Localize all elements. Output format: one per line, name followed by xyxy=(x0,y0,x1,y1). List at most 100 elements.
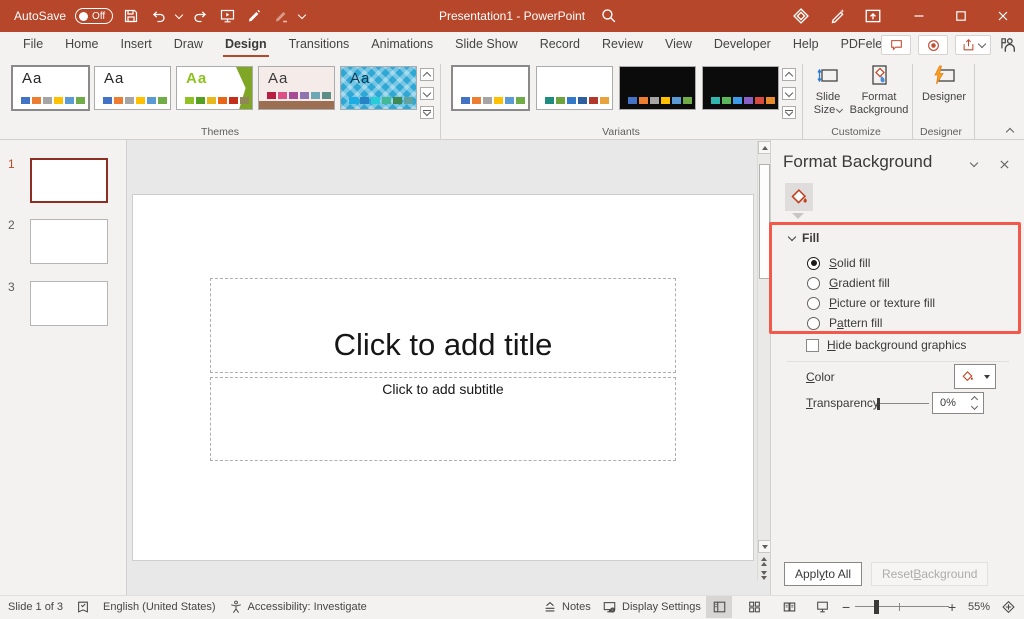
hide-background-graphics-checkbox[interactable] xyxy=(806,339,819,352)
zoom-slider-thumb[interactable] xyxy=(874,600,879,614)
slide-canvas[interactable]: Click to add title Click to add subtitle xyxy=(133,195,753,560)
solid-fill-radio[interactable] xyxy=(807,257,820,270)
fit-slide-to-window-button[interactable] xyxy=(995,596,1021,618)
variant-thumbnail-1[interactable] xyxy=(452,66,529,110)
tab-review[interactable]: Review xyxy=(591,32,654,58)
collapse-ribbon-icon[interactable] xyxy=(1002,124,1018,136)
solid-fill-option[interactable]: Solid fill xyxy=(807,255,870,271)
theme-thumbnail-integral[interactable]: Aa xyxy=(340,66,417,110)
close-button[interactable] xyxy=(982,0,1024,32)
transparency-value-input[interactable]: 0% xyxy=(932,392,984,414)
pattern-fill-option[interactable]: Pattern fill xyxy=(807,315,882,331)
qat-customize-icon[interactable] xyxy=(298,10,306,18)
hide-background-graphics-option[interactable]: Hide background graphics xyxy=(806,338,966,352)
zoom-level[interactable]: 55% xyxy=(968,596,990,618)
save-icon[interactable] xyxy=(122,7,140,25)
tab-transitions[interactable]: Transitions xyxy=(278,32,361,58)
display-settings-button[interactable]: Display Settings xyxy=(602,596,701,618)
subtitle-placeholder[interactable]: Click to add subtitle xyxy=(210,377,676,461)
designer-button[interactable]: Designer xyxy=(916,62,972,122)
tab-insert[interactable]: Insert xyxy=(110,32,163,58)
redo-icon[interactable] xyxy=(191,7,209,25)
apply-to-all-button[interactable]: Apply to All xyxy=(784,562,862,586)
tab-record[interactable]: Record xyxy=(529,32,591,58)
color-dropdown-button[interactable] xyxy=(954,364,996,389)
slide-thumbnail-image[interactable] xyxy=(30,219,108,264)
themes-more-icon[interactable] xyxy=(420,106,434,119)
tab-animations[interactable]: Animations xyxy=(360,32,444,58)
tab-view[interactable]: View xyxy=(654,32,703,58)
ribbon-display-options-icon[interactable] xyxy=(862,5,884,27)
zoom-slider-track[interactable] xyxy=(855,606,949,607)
language-indicator[interactable]: English (United States) xyxy=(103,601,216,613)
variant-thumbnail-4[interactable] xyxy=(702,66,779,110)
transparency-slider[interactable] xyxy=(877,398,929,410)
highlighter-icon[interactable] xyxy=(245,7,263,25)
editor-pen-icon[interactable] xyxy=(826,5,848,27)
theme-thumbnail-gallery[interactable]: Aa xyxy=(258,66,335,110)
variant-thumbnail-3[interactable] xyxy=(619,66,696,110)
zoom-out-button[interactable]: − xyxy=(842,596,850,618)
share-button[interactable] xyxy=(955,35,991,55)
transparency-slider-handle[interactable] xyxy=(877,398,880,410)
proofing-book-icon[interactable] xyxy=(76,600,90,614)
format-background-button[interactable]: Format Background xyxy=(848,62,910,122)
theme-thumbnail-facet[interactable]: Aa xyxy=(176,66,253,110)
reading-view-button[interactable] xyxy=(776,596,802,618)
gradient-fill-radio[interactable] xyxy=(807,277,820,290)
theme-thumbnail-office-2[interactable]: Aa xyxy=(94,66,171,110)
panel-close-icon[interactable] xyxy=(997,157,1011,171)
pattern-fill-radio[interactable] xyxy=(807,317,820,330)
slide-thumbnail-image[interactable] xyxy=(30,281,108,326)
theme-thumbnail-office[interactable]: Aa xyxy=(12,66,89,110)
tab-slide-show[interactable]: Slide Show xyxy=(444,32,529,58)
normal-view-button[interactable] xyxy=(706,596,732,618)
panel-collapse-icon[interactable] xyxy=(967,157,981,171)
fill-tab-icon[interactable] xyxy=(785,183,813,211)
scrollbar-thumb[interactable] xyxy=(759,164,770,279)
tab-help[interactable]: Help xyxy=(782,32,830,58)
themes-scroll-down-icon[interactable] xyxy=(420,87,434,100)
variants-scroll-down-icon[interactable] xyxy=(782,87,796,100)
gradient-fill-option[interactable]: Gradient fill xyxy=(807,275,890,291)
transparency-spinner[interactable] xyxy=(968,394,980,412)
accessibility-status[interactable]: Accessibility: Investigate xyxy=(229,600,367,614)
picture-fill-option[interactable]: Picture or texture fill xyxy=(807,295,935,311)
variants-scroll-up-icon[interactable] xyxy=(782,68,796,81)
tab-developer[interactable]: Developer xyxy=(703,32,782,58)
zoom-in-button[interactable]: + xyxy=(948,596,956,618)
title-placeholder[interactable]: Click to add title xyxy=(210,278,676,373)
variants-more-icon[interactable] xyxy=(782,106,796,119)
notes-button[interactable]: Notes xyxy=(543,596,591,618)
maximize-button[interactable] xyxy=(940,0,982,32)
start-slideshow-icon[interactable] xyxy=(218,7,236,25)
fill-section-header[interactable]: Fill xyxy=(789,231,819,245)
slide-counter[interactable]: Slide 1 of 3 xyxy=(8,601,63,613)
tab-home[interactable]: Home xyxy=(54,32,109,58)
tab-draw[interactable]: Draw xyxy=(163,32,214,58)
themes-scroll-up-icon[interactable] xyxy=(420,68,434,81)
slide-size-button[interactable]: Slide Size xyxy=(806,62,850,122)
vertical-scrollbar[interactable] xyxy=(757,141,770,581)
undo-icon[interactable] xyxy=(149,7,167,25)
autosave-toggle[interactable]: Off xyxy=(75,8,113,24)
comments-button[interactable] xyxy=(881,35,911,55)
tab-file[interactable]: File xyxy=(12,32,54,58)
search-icon[interactable] xyxy=(600,7,617,24)
spin-down-icon[interactable] xyxy=(970,403,977,410)
undo-dropdown-icon[interactable] xyxy=(175,10,183,18)
slideshow-view-button[interactable] xyxy=(809,596,835,618)
tab-design[interactable]: Design xyxy=(214,32,278,58)
picture-fill-radio[interactable] xyxy=(807,297,820,310)
premium-diamond-icon[interactable] xyxy=(790,5,812,27)
record-button[interactable] xyxy=(918,35,948,55)
slide-sorter-view-button[interactable] xyxy=(741,596,767,618)
previous-slide-icon[interactable] xyxy=(757,555,770,567)
present-in-teams-icon[interactable] xyxy=(998,36,1016,54)
inking-pen-icon[interactable] xyxy=(272,7,290,25)
variant-thumbnail-2[interactable] xyxy=(536,66,613,110)
slide-thumbnail-image[interactable] xyxy=(30,158,108,203)
transparency-slider-track[interactable] xyxy=(877,403,929,404)
minimize-button[interactable] xyxy=(898,0,940,32)
next-slide-icon[interactable] xyxy=(757,569,770,581)
